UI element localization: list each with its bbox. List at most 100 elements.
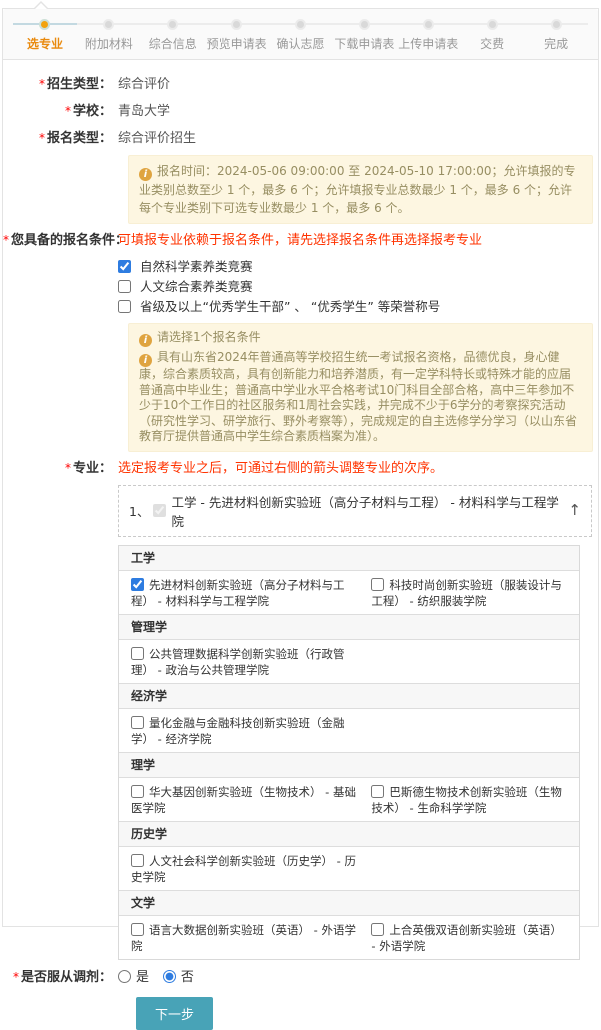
arrow-up-icon[interactable]: ↑ [568, 503, 581, 518]
category-name: 文学 [119, 890, 579, 916]
category-name: 理学 [119, 752, 579, 778]
required-mark: * [39, 131, 45, 145]
category-name: 历史学 [119, 821, 579, 847]
stepper: 选专业 附加材料 综合信息 预览申请表 确认志愿 下载申请表 [3, 9, 598, 60]
major-option[interactable]: 人文社会科学创新实验班（历史学） - 历史学院 [119, 851, 367, 887]
category-name: 经济学 [119, 683, 579, 709]
adjustment-option-yes[interactable]: 是 [118, 970, 149, 985]
application-form-page: 选专业 附加材料 综合信息 预览申请表 确认志愿 下载申请表 [2, 8, 599, 927]
major-checkbox[interactable] [131, 785, 144, 798]
step-line [396, 23, 422, 25]
step-label: 综合信息 [141, 35, 205, 52]
required-mark: * [65, 104, 71, 118]
step-line [205, 23, 231, 25]
step-label: 确认志愿 [269, 35, 333, 52]
field-label: *是否服从调剂： [3, 967, 112, 988]
step-dot-icon [295, 19, 306, 30]
field-enrollment-type: *招生类型： 综合评价 [3, 74, 598, 95]
major-checkbox[interactable] [131, 578, 144, 591]
major-option[interactable]: 量化金融与金融科技创新实验班（金融学） - 经济学院 [119, 713, 367, 749]
required-mark: * [39, 77, 45, 91]
required-mark: * [65, 461, 71, 475]
field-conditions: *您具备的报名条件： 可填报专业依赖于报名条件，请先选择报名条件再选择报考专业 [3, 230, 598, 251]
step-label: 下载申请表 [332, 35, 396, 52]
step-dot-icon [423, 19, 434, 30]
selected-major-order: 1、 [129, 501, 149, 520]
step-upload-application[interactable]: 上传申请表 [396, 18, 460, 52]
step-line [77, 23, 103, 25]
condition-checkbox[interactable] [118, 280, 131, 293]
form-content: *招生类型： 综合评价 *学校： 青岛大学 *报名类型： 综合评价招生 i报名时… [3, 60, 598, 1030]
radio-label: 否 [181, 970, 194, 985]
condition-label: 自然科学素养类竞赛 [140, 259, 253, 274]
step-preview-application[interactable]: 预览申请表 [205, 18, 269, 52]
major-option[interactable]: 上合英俄双语创新实验班（英语） - 外语学院 [367, 920, 579, 956]
major-checkbox[interactable] [371, 923, 384, 936]
condition-checkbox[interactable] [118, 300, 131, 313]
selected-major-checkbox [153, 504, 166, 517]
step-label: 预览申请表 [205, 35, 269, 52]
major-option[interactable]: 公共管理数据科学创新实验班（行政管理） - 政治与公共管理学院 [119, 644, 367, 680]
step-line [434, 23, 460, 25]
info-icon: i [139, 354, 152, 367]
step-label: 附加材料 [77, 35, 141, 52]
condition-label: 人文综合素养类竞赛 [140, 279, 253, 294]
major-option[interactable]: 华大基因创新实验班（生物技术） - 基础医学院 [119, 782, 367, 818]
major-option[interactable]: 科技时尚创新实验班（服装设计与工程） - 纺织服装学院 [367, 575, 579, 611]
field-value: 青岛大学 [118, 104, 170, 119]
step-dot-icon [359, 19, 370, 30]
step-label: 上传申请表 [396, 35, 460, 52]
adjustment-option-no[interactable]: 否 [163, 970, 194, 985]
step-line [141, 23, 167, 25]
required-mark: * [3, 233, 9, 247]
major-checkbox[interactable] [131, 716, 144, 729]
major-checkbox[interactable] [131, 854, 144, 867]
notice-line: 具有山东省2024年普通高等学校招生统一考试报名资格，品德优良，身心健康，综合素… [139, 350, 577, 443]
step-line [332, 23, 358, 25]
major-label: 上合英俄双语创新实验班（英语） - 外语学院 [371, 923, 562, 953]
major-checkbox[interactable] [371, 578, 384, 591]
step-complete[interactable]: 完成 [524, 18, 588, 52]
step-confirm-preferences[interactable]: 确认志愿 [269, 18, 333, 52]
condition-option-humanities[interactable]: 人文综合素养类竞赛 [3, 277, 598, 297]
step-line [306, 23, 332, 25]
major-category-engineering: 工学 先进材料创新实验班（高分子材料与工程） - 材料科学与工程学院 科技时尚创… [119, 546, 579, 614]
major-checkbox[interactable] [371, 785, 384, 798]
step-select-major[interactable]: 选专业 [13, 18, 77, 52]
step-label: 交费 [460, 35, 524, 52]
adjustment-radio-no[interactable] [163, 970, 176, 983]
step-payment[interactable]: 交费 [460, 18, 524, 52]
field-label: *报名类型： [3, 128, 112, 149]
major-category-literature: 文学 语言大数据创新实验班（英语） - 外语学院 上合英俄双语创新实验班（英语）… [119, 890, 579, 959]
step-line [460, 23, 486, 25]
field-label: *专业： [3, 458, 112, 479]
selected-major-row: 1、 工学 - 先进材料创新实验班（高分子材料与工程） - 材料科学与工程学院 … [118, 485, 592, 537]
step-comprehensive-info[interactable]: 综合信息 [141, 18, 205, 52]
step-download-application[interactable]: 下载申请表 [332, 18, 396, 52]
major-option[interactable]: 语言大数据创新实验班（英语） - 外语学院 [119, 920, 367, 956]
step-line [178, 23, 204, 25]
field-major: *专业： 选定报考专业之后，可通过右侧的箭头调整专业的次序。 [3, 458, 598, 479]
adjustment-radio-yes[interactable] [118, 970, 131, 983]
majors-table: 工学 先进材料创新实验班（高分子材料与工程） - 材料科学与工程学院 科技时尚创… [118, 545, 580, 960]
major-checkbox[interactable] [131, 923, 144, 936]
notice-condition-requirements: i请选择1个报名条件 i具有山东省2024年普通高等学校招生统一考试报名资格，品… [128, 323, 593, 452]
step-line [242, 23, 268, 25]
major-label: 华大基因创新实验班（生物技术） - 基础医学院 [131, 785, 356, 815]
major-option[interactable]: 巴斯德生物技术创新实验班（生物技术） - 生命科学学院 [367, 782, 579, 818]
step-additional-materials[interactable]: 附加材料 [77, 18, 141, 52]
condition-checkbox[interactable] [118, 260, 131, 273]
step-dot-icon [231, 19, 242, 30]
step-line [269, 23, 295, 25]
major-label: 先进材料创新实验班（高分子材料与工程） - 材料科学与工程学院 [131, 578, 345, 608]
condition-option-natural-science[interactable]: 自然科学素养类竞赛 [3, 257, 598, 277]
step-dot-icon [167, 19, 178, 30]
step-line [370, 23, 396, 25]
major-option[interactable]: 先进材料创新实验班（高分子材料与工程） - 材料科学与工程学院 [119, 575, 367, 611]
major-checkbox[interactable] [131, 647, 144, 660]
step-label: 完成 [524, 35, 588, 52]
major-category-management: 管理学 公共管理数据科学创新实验班（行政管理） - 政治与公共管理学院 [119, 614, 579, 683]
info-icon: i [139, 334, 152, 347]
next-step-button[interactable]: 下一步 [136, 997, 213, 1030]
condition-option-honor-title[interactable]: 省级及以上“优秀学生干部” 、 “优秀学生” 等荣誉称号 [3, 297, 598, 317]
